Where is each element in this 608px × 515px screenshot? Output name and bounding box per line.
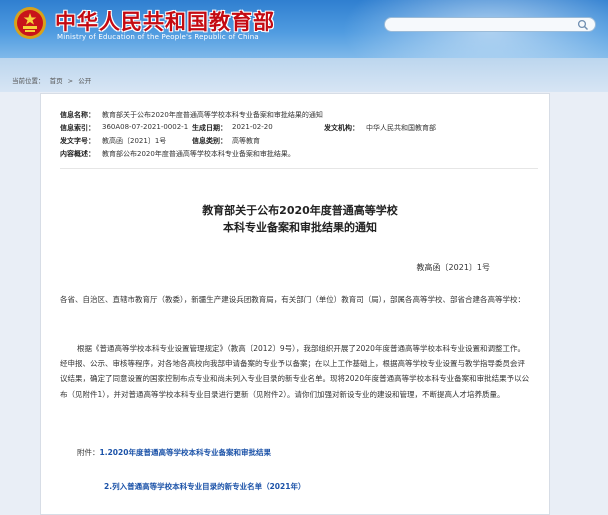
breadcrumb-item-public[interactable]: 公开 — [78, 77, 91, 85]
national-emblem-icon[interactable] — [13, 6, 47, 40]
meta-issuer-label: 发文机构： — [324, 124, 359, 132]
meta-name-value: 教育部关于公布2020年度普通高等学校本科专业备案和审批结果的通知 — [102, 111, 323, 119]
attachment-1-link[interactable]: 1.2020年度普通高等学校本科专业备案和审批结果 — [100, 448, 271, 457]
meta-date-label: 生成日期： — [192, 124, 227, 132]
meta-index-label: 信息索引： — [60, 124, 95, 132]
attachment-2-row: 2.列入普通高等学校本科专业目录的新专业名单（2021年） — [104, 481, 305, 492]
breadcrumb-item-home[interactable]: 首页 — [50, 77, 63, 85]
search-input[interactable] — [384, 17, 596, 32]
site-header: 中华人民共和国教育部 Ministry of Education of the … — [0, 0, 608, 58]
meta-category-value: 高等教育 — [232, 137, 260, 145]
document-title-line2: 本科专业备案和审批结果的通知 — [223, 221, 377, 234]
attachment-2-link[interactable]: 2.列入普通高等学校本科专业目录的新专业名单（2021年） — [104, 482, 305, 491]
document-number: 教高函〔2021〕1号 — [416, 263, 490, 272]
breadcrumb: 当前位置： 首页 > 公开 — [12, 75, 94, 85]
meta-date-value: 2021-02-20 — [232, 123, 273, 131]
document-title-line1: 教育部关于公布2020年度普通高等学校 — [202, 204, 398, 217]
meta-summary-value: 教育部公布2020年度普通高等学校本科专业备案和审批结果。 — [102, 150, 295, 158]
site-subtitle: Ministry of Education of the People's Re… — [57, 33, 259, 41]
breadcrumb-prefix: 当前位置： — [12, 77, 45, 85]
meta-issuer-value: 中华人民共和国教育部 — [366, 124, 436, 132]
meta-name-label: 信息名称： — [60, 111, 95, 119]
site-title[interactable]: 中华人民共和国教育部 — [55, 6, 275, 36]
meta-divider — [60, 168, 538, 169]
attachment-1-row: 附件：1.2020年度普通高等学校本科专业备案和审批结果 — [77, 447, 271, 458]
meta-index-value: 360A08-07-2021-0002-1 — [102, 123, 189, 131]
breadcrumb-separator: > — [67, 77, 74, 85]
search-icon[interactable] — [577, 19, 589, 31]
document-recipients: 各省、自治区、直辖市教育厅（教委），新疆生产建设兵团教育局，有关部门（单位）教育… — [60, 295, 525, 304]
meta-summary-label: 内容概述： — [60, 150, 95, 158]
meta-docno-value: 教高函〔2021〕1号 — [102, 137, 167, 145]
meta-category-label: 信息类别： — [192, 137, 227, 145]
attachments-lead: 附件： — [77, 448, 100, 457]
document-body: 根据《普通高等学校本科专业设置管理规定》（教高〔2012〕9号），我部组织开展了… — [60, 344, 530, 399]
meta-docno-label: 发文字号： — [60, 137, 95, 145]
